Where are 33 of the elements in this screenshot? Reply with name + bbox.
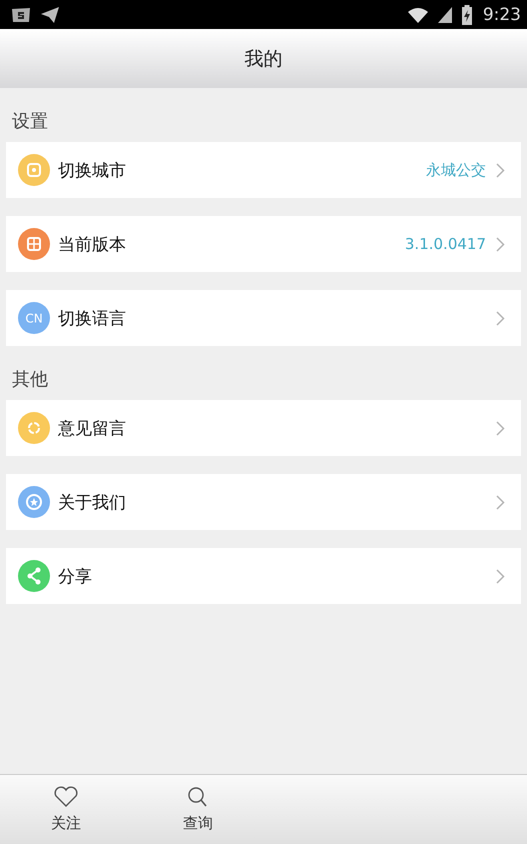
row-label: 切换语言 bbox=[58, 308, 126, 330]
tab[interactable]: 关注 bbox=[0, 775, 132, 844]
wifi-icon bbox=[406, 6, 429, 24]
row-label: 切换城市 bbox=[58, 160, 126, 182]
settings-row[interactable]: 切换城市 永城公交 bbox=[6, 142, 521, 198]
battery-icon bbox=[460, 4, 473, 24]
row-label: 分享 bbox=[58, 566, 92, 588]
chevron-right-icon bbox=[496, 310, 505, 326]
clock-time: 9:23 bbox=[482, 4, 521, 24]
row-label: 关于我们 bbox=[58, 492, 126, 514]
page-title: 我的 bbox=[244, 46, 282, 72]
chevron-right-icon bbox=[496, 420, 505, 436]
row-label: 当前版本 bbox=[58, 234, 126, 256]
settings-row[interactable]: 意见留言 bbox=[6, 400, 521, 456]
settings-row[interactable]: 关于我们 bbox=[6, 474, 521, 530]
paper-plane-icon bbox=[40, 6, 60, 24]
heart-icon bbox=[53, 786, 79, 808]
row-label: 意见留言 bbox=[58, 418, 126, 440]
section-title: 设置 bbox=[11, 110, 49, 134]
app-notification-icon bbox=[10, 6, 32, 24]
settings-row[interactable]: 分享 bbox=[6, 548, 521, 604]
settings-row[interactable]: CN 切换语言 bbox=[6, 290, 521, 346]
tab[interactable]: 查询 bbox=[132, 775, 264, 844]
chevron-right-icon bbox=[496, 568, 505, 584]
settings-row[interactable]: 当前版本 3.1.0.0417 bbox=[6, 216, 521, 272]
chevron-right-icon bbox=[496, 236, 505, 252]
chevron-right-icon bbox=[496, 162, 505, 178]
section-title: 其他 bbox=[11, 368, 49, 392]
signal-icon bbox=[436, 6, 453, 24]
chevron-right-icon bbox=[496, 494, 505, 510]
row-value: 永城公交 bbox=[426, 160, 486, 180]
language-icon: CN bbox=[18, 302, 50, 334]
row-value: 3.1.0.0417 bbox=[404, 235, 486, 253]
